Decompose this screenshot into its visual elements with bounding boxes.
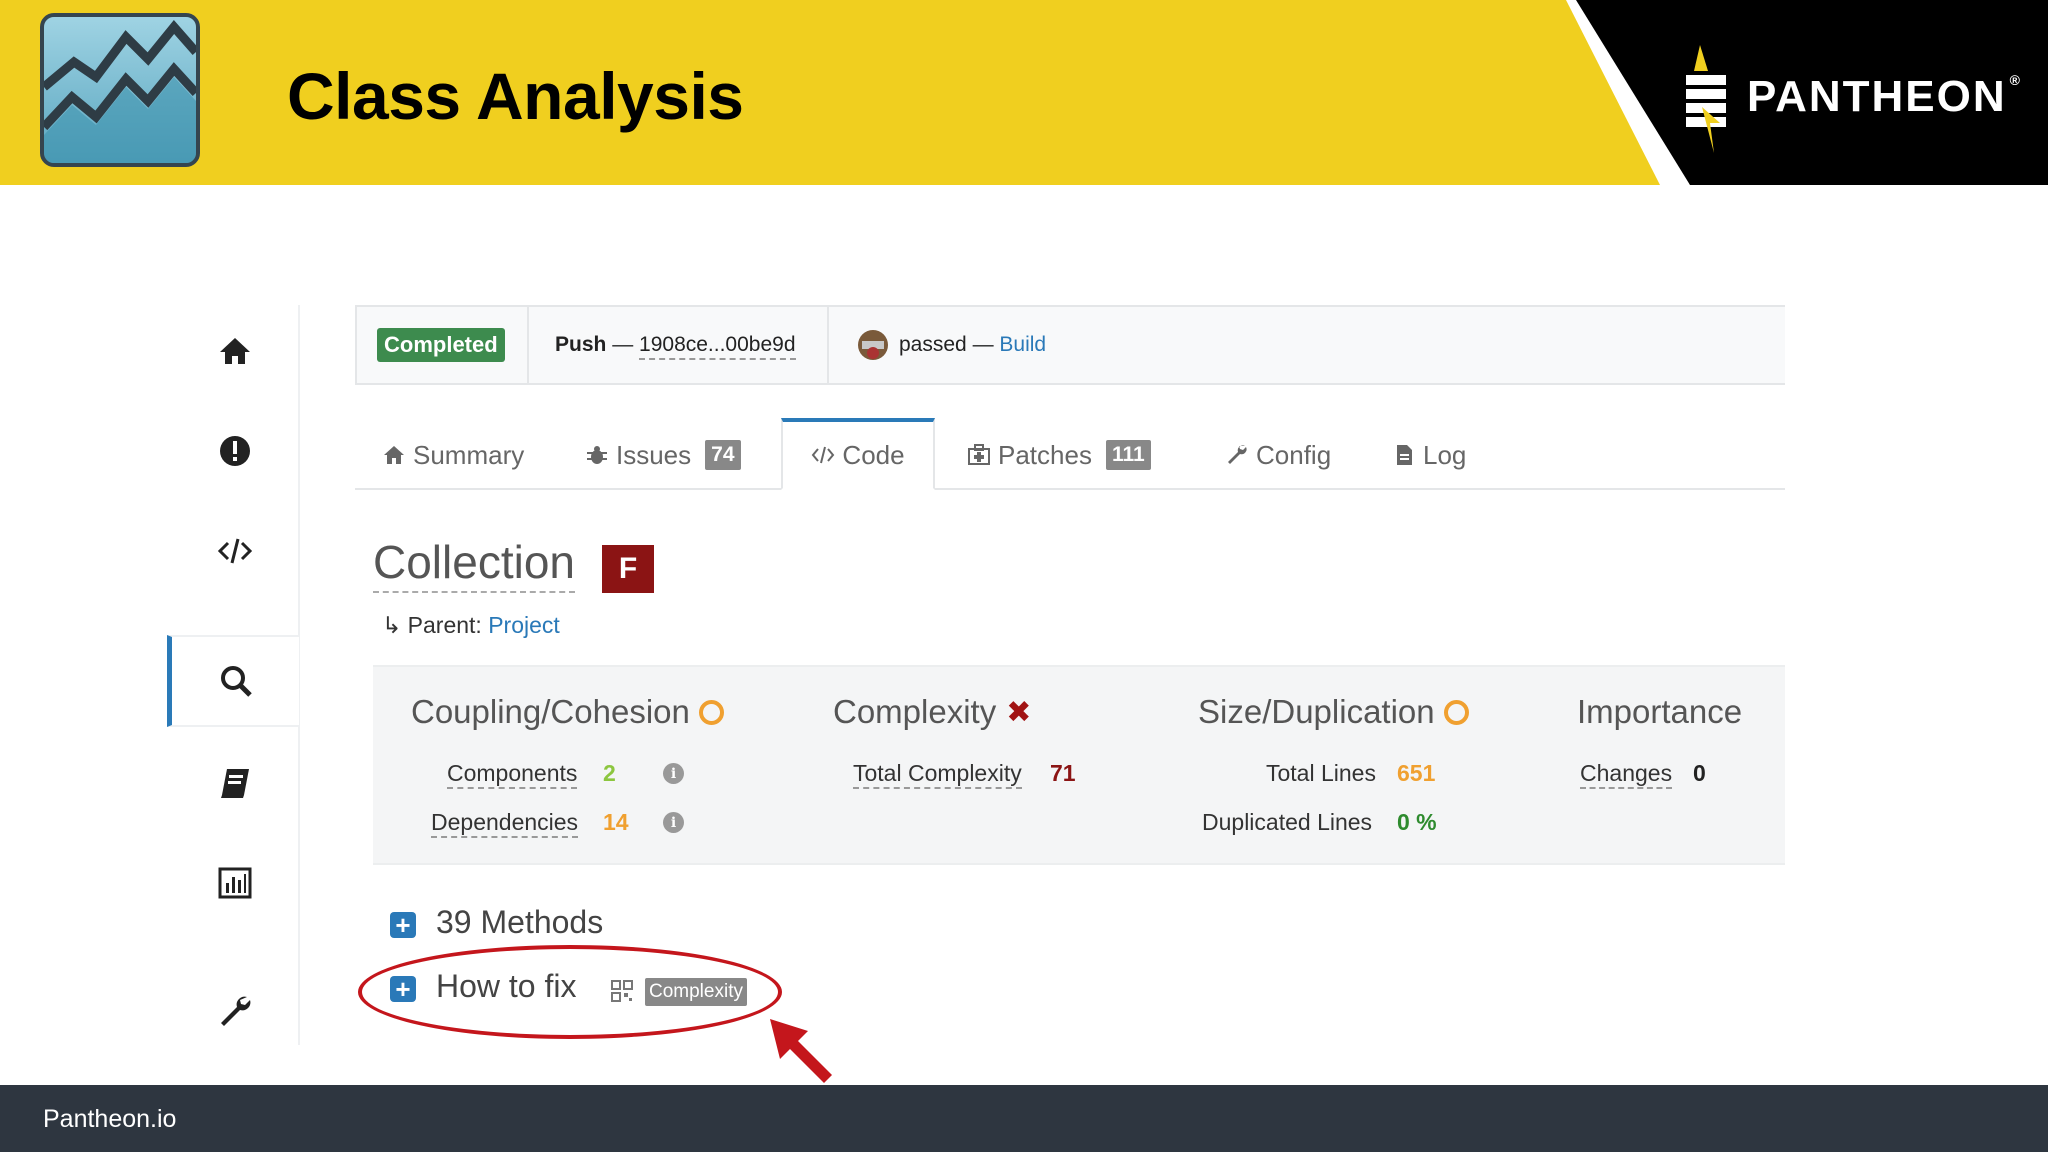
commit-link[interactable]: 1908ce...00be9d — [639, 333, 796, 360]
patches-count-badge: 111 — [1105, 440, 1151, 470]
tab-code[interactable]: Code — [781, 418, 935, 490]
bug-icon — [587, 446, 607, 464]
grade-badge: F — [602, 545, 654, 593]
medkit-icon — [968, 444, 990, 465]
total-complexity-label[interactable]: Total Complexity — [853, 760, 1022, 789]
exclamation-icon — [220, 436, 250, 466]
sidebar-item-docs[interactable] — [170, 737, 300, 829]
footer-text: Pantheon.io — [43, 1105, 177, 1133]
code-icon — [217, 538, 253, 564]
page-title: Class Analysis — [287, 59, 744, 133]
sidebar-item-code[interactable] — [170, 505, 300, 597]
duplicated-lines-label: Duplicated Lines — [1202, 809, 1373, 835]
tab-issues[interactable]: Issues 74 — [585, 420, 741, 490]
info-icon[interactable]: i — [663, 812, 684, 833]
components-value: 2 — [603, 760, 616, 786]
tab-log[interactable]: Log — [1392, 420, 1466, 490]
total-complexity-value: 71 — [1050, 760, 1076, 786]
left-sidebar — [167, 305, 300, 1045]
build-result-cell: passed — Build — [829, 307, 1089, 383]
changes-label[interactable]: Changes — [1580, 760, 1673, 789]
parent-breadcrumb: ↳ Parent: Project — [382, 612, 560, 638]
pantheon-logo-icon — [1686, 45, 1726, 153]
total-lines-value: 651 — [1397, 760, 1436, 786]
tab-summary[interactable]: Summary — [382, 420, 524, 490]
metrics-panel: Coupling/Cohesion Components 2 i Depende… — [373, 665, 1785, 865]
changes-value: 0 — [1693, 760, 1706, 786]
sidebar-item-issues[interactable] — [170, 405, 300, 497]
info-icon[interactable]: i — [663, 763, 684, 784]
home-icon — [220, 338, 250, 364]
collection-title: Collection — [373, 535, 575, 593]
push-cell: Push — 1908ce...00be9d — [529, 307, 829, 383]
status-badge: Completed — [377, 328, 505, 362]
importance-heading: Importance — [1577, 693, 1743, 730]
pointer-arrow-icon — [770, 1019, 832, 1083]
search-icon — [220, 666, 252, 697]
footer-bar: Pantheon.io — [0, 1085, 2048, 1152]
book-icon — [221, 769, 249, 798]
sidebar-item-home[interactable] — [170, 305, 300, 397]
warning-ring-icon — [698, 699, 724, 725]
size-heading: Size/Duplication — [1198, 693, 1469, 731]
parent-link[interactable]: Project — [488, 612, 560, 638]
file-icon — [1397, 445, 1412, 465]
sidebar-item-reports[interactable] — [170, 837, 300, 929]
tab-patches[interactable]: Patches 111 — [967, 420, 1151, 490]
build-link[interactable]: Build — [999, 333, 1046, 356]
dependencies-value: 14 — [603, 809, 629, 835]
total-lines-label: Total Lines — [1266, 760, 1376, 786]
home-icon — [384, 446, 404, 464]
duplicated-lines-value: 0 % — [1397, 809, 1437, 835]
app-logo-icon — [40, 13, 200, 167]
highlight-ellipse — [358, 945, 782, 1039]
sidebar-item-search[interactable] — [167, 635, 299, 727]
methods-label[interactable]: 39 Methods — [436, 904, 603, 941]
status-cell: Completed — [357, 307, 529, 383]
complexity-heading: Complexity ✖ — [833, 693, 1032, 730]
components-label[interactable]: Components — [447, 760, 578, 789]
brand-name: PANTHEON ® — [1747, 72, 2022, 121]
avatar — [858, 330, 888, 360]
wrench-icon — [221, 996, 251, 1026]
fail-x-icon: ✖ — [1006, 695, 1032, 729]
wrench-icon — [1228, 445, 1247, 464]
coupling-heading: Coupling/Cohesion — [411, 693, 724, 731]
tab-bar: Summary Issues 74 Code Patches 111 Config … — [355, 418, 1785, 490]
tab-config[interactable]: Config — [1225, 420, 1331, 490]
expand-methods-button[interactable]: + — [390, 912, 416, 938]
issues-count-badge: 74 — [705, 440, 741, 470]
bar-chart-icon — [218, 867, 252, 899]
build-result: passed — [899, 333, 967, 356]
build-status-bar: Completed Push — 1908ce...00be9d passed … — [355, 305, 1785, 385]
code-icon — [812, 446, 835, 464]
sidebar-item-settings[interactable] — [170, 965, 300, 1057]
warning-ring-icon — [1443, 699, 1469, 725]
dependencies-label[interactable]: Dependencies — [431, 809, 579, 838]
